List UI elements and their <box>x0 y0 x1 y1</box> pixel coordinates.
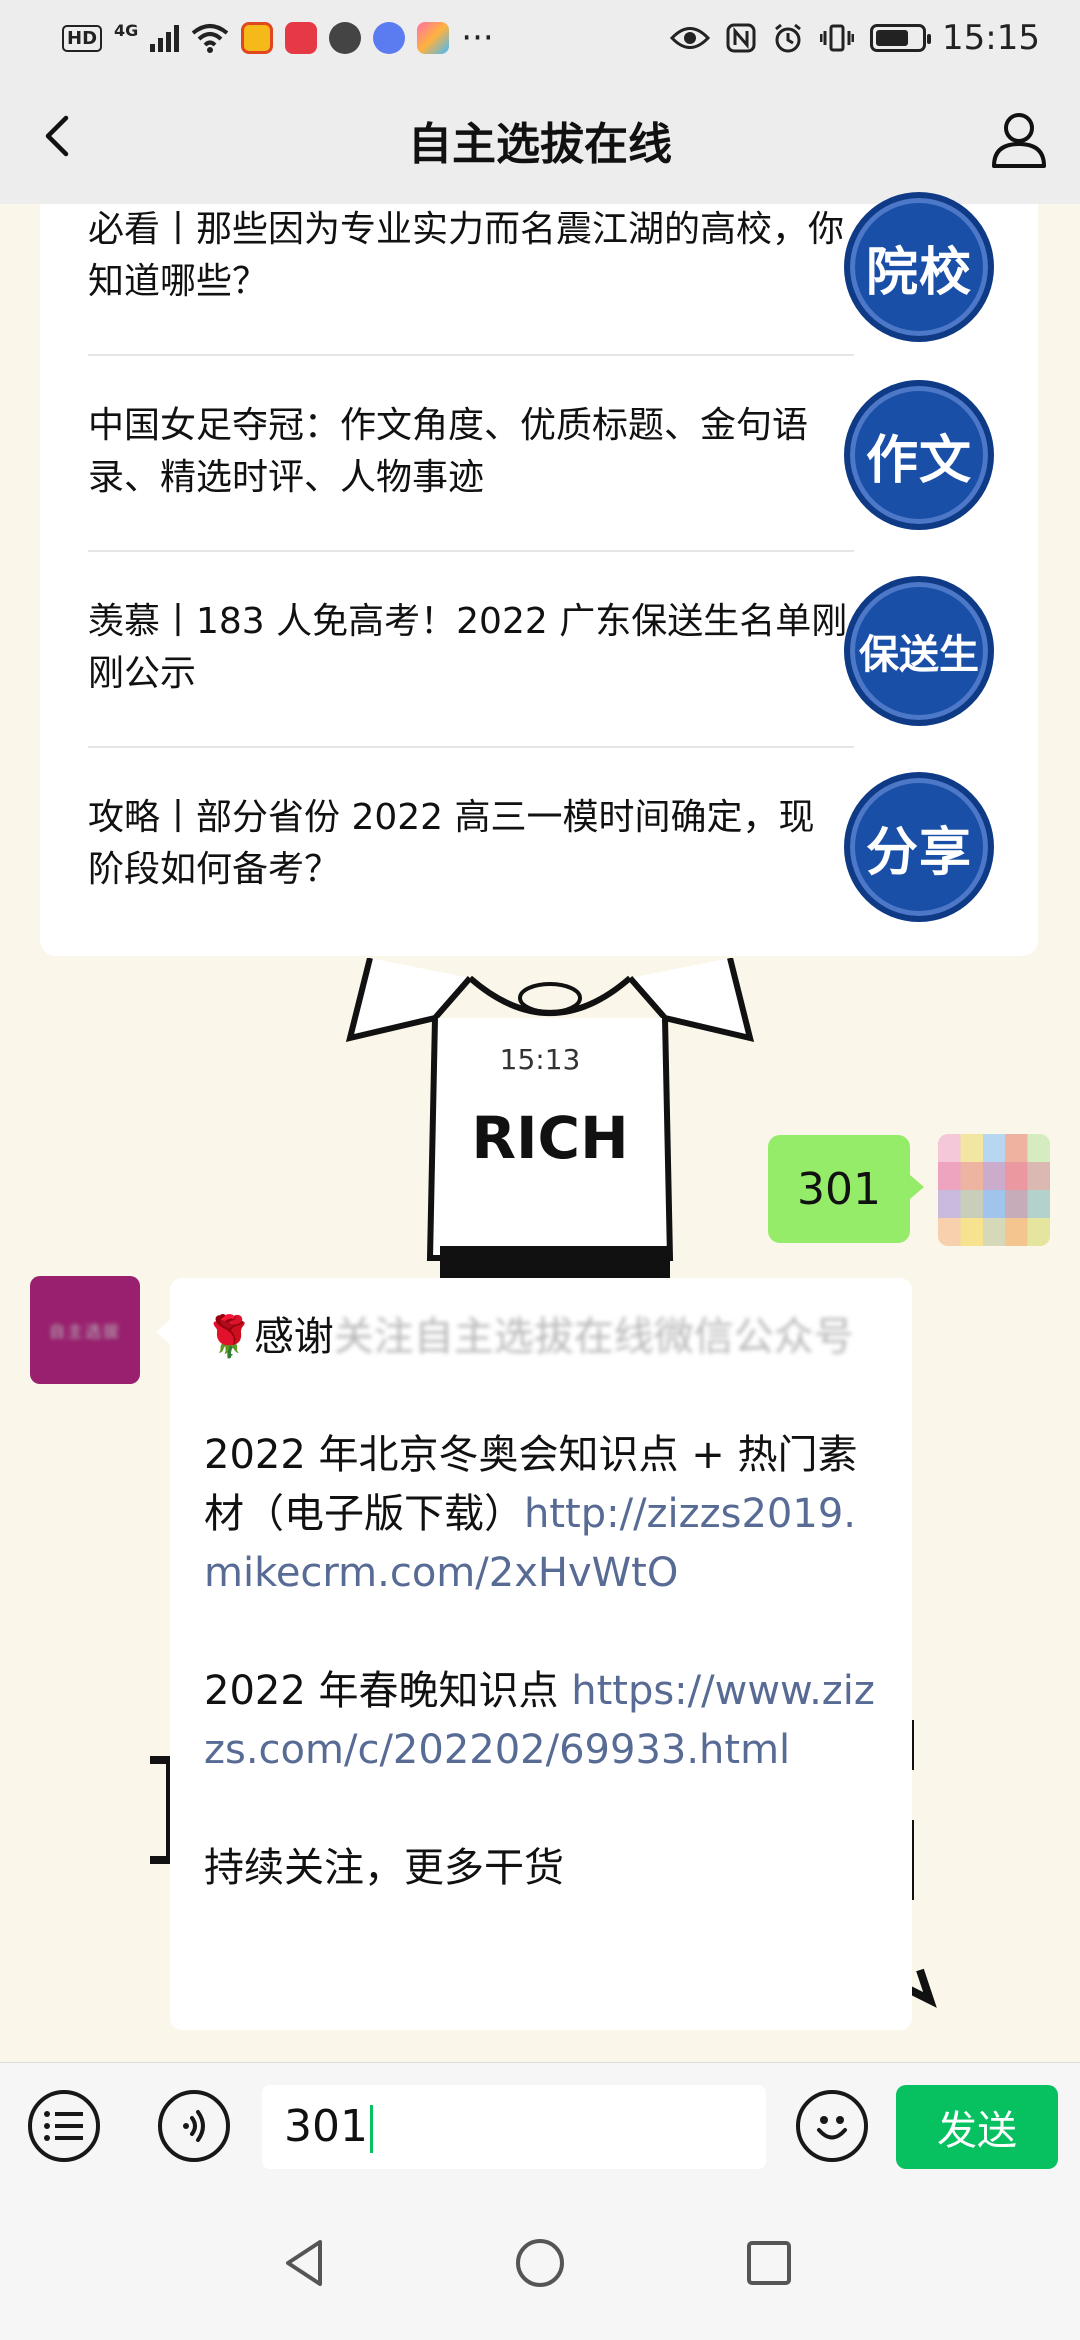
status-right-icons: 15:15 <box>670 18 1040 58</box>
profile-icon[interactable] <box>986 106 1052 172</box>
article-thumbnail-badge: 作文 <box>844 380 994 530</box>
reply-line-winter-olympics: 2022 年北京冬奥会知识点 + 热门素材（电子版下载）http://zizzs… <box>204 1432 858 1596</box>
voice-toggle-button[interactable] <box>158 2090 230 2162</box>
rose-emoji-icon: 🌹 <box>204 1314 254 1360</box>
emoji-button[interactable] <box>796 2090 868 2162</box>
divider <box>88 746 854 748</box>
article-item-strategy[interactable]: 攻略丨部分省份 2022 高三一模时间确定，现阶段如何备考？ 分享 <box>88 772 994 942</box>
my-avatar[interactable] <box>938 1134 1050 1246</box>
divider <box>88 354 854 356</box>
more-notifications-icon: ··· <box>461 18 494 58</box>
wifi-icon <box>192 24 229 53</box>
divider <box>88 550 854 552</box>
outgoing-message-bubble[interactable]: 301 <box>768 1135 924 1243</box>
article-title: 中国女足夺冠：作文角度、优质标题、金句语录、精选时评、人物事迹 <box>88 405 809 498</box>
back-arrow-icon[interactable] <box>30 106 90 166</box>
article-thumbnail-badge: 保送生 <box>844 576 994 726</box>
smiley-icon <box>817 2116 847 2140</box>
chat-wallpaper-figure: RICH <box>345 958 755 1288</box>
weibo-app-icon <box>241 22 274 54</box>
message-input-bar: 301 发送 <box>0 2062 1080 2188</box>
official-avatar-label: 自主选拔 <box>48 1322 121 1341</box>
chat-title: 自主选拔在线 <box>408 119 672 170</box>
article-item-schools[interactable]: 必看丨那些因为专业实力而名震江湖的高校，你知道哪些？ 院校 <box>88 192 994 354</box>
reply-greeting: 🌹感谢关注自主选拔在线微信公众号 <box>204 1314 854 1360</box>
nfc-icon <box>726 23 756 53</box>
text-cursor <box>369 2105 373 2153</box>
article-item-recommended[interactable]: 羡慕丨183 人免高考！2022 广东保送生名单刚刚公示 保送生 <box>88 576 994 746</box>
message-timestamp: 15:13 <box>499 1043 581 1076</box>
article-thumbnail-badge: 院校 <box>844 192 994 342</box>
shirt-text: RICH <box>471 1104 628 1172</box>
incoming-message-bubble[interactable]: 🌹感谢关注自主选拔在线微信公众号 2022 年北京冬奥会知识点 + 热门素材（电… <box>156 1278 912 2030</box>
article-title: 攻略丨部分省份 2022 高三一模时间确定，现阶段如何备考？ <box>88 797 815 890</box>
status-left-icons: HD 4G ··· <box>62 18 670 58</box>
vibrate-icon <box>820 24 855 52</box>
article-item-essay[interactable]: 中国女足夺冠：作文角度、优质标题、金句语录、精选时评、人物事迹 作文 <box>88 380 994 550</box>
reply-line-follow: 持续关注，更多干货 <box>204 1845 564 1891</box>
article-list-card: 必看丨那些因为专业实力而名震江湖的高校，你知道哪些？ 院校 中国女足夺冠：作文角… <box>40 192 1038 956</box>
signal-icon <box>150 24 180 52</box>
ball-app-icon <box>329 22 362 54</box>
menu-list-button[interactable] <box>28 2090 100 2162</box>
list-icon <box>44 2111 83 2141</box>
nav-recents-square-icon[interactable] <box>734 2228 804 2298</box>
battery-icon <box>870 24 932 52</box>
article-title: 必看丨那些因为专业实力而名震江湖的高校，你知道哪些？ <box>88 209 845 302</box>
nav-back-triangle-icon[interactable] <box>272 2228 342 2298</box>
reply-line-spring-gala: 2022 年春晚知识点 https://www.zizzs.com/c/2022… <box>204 1668 875 1773</box>
system-navigation-bar <box>0 2188 1080 2340</box>
message-input-text: 301 <box>284 2101 368 2152</box>
article-title: 羡慕丨183 人免高考！2022 广东保送生名单刚刚公示 <box>88 601 848 694</box>
alarm-icon <box>775 23 801 53</box>
official-account-avatar[interactable]: 自主选拔 <box>30 1276 140 1384</box>
status-bar: HD 4G ··· 15:15 <box>0 0 1080 76</box>
status-time: 15:15 <box>942 18 1040 58</box>
article-thumbnail-badge: 分享 <box>844 772 994 922</box>
music-app-icon <box>373 22 406 54</box>
send-button[interactable]: 发送 <box>896 2085 1058 2169</box>
message-input[interactable]: 301 <box>262 2085 766 2169</box>
eye-icon <box>670 27 711 49</box>
voice-icon <box>183 2110 205 2142</box>
photo-app-icon <box>417 22 450 54</box>
chat-header: 自主选拔在线 <box>0 76 1080 204</box>
outgoing-message-text: 301 <box>797 1163 881 1215</box>
nav-home-circle-icon[interactable] <box>505 2228 575 2298</box>
book-app-icon <box>285 22 318 54</box>
blurred-text: 关注自主选拔在线微信公众号 <box>333 1314 854 1360</box>
hd-indicator: HD <box>62 24 103 52</box>
network-type: 4G <box>114 20 139 40</box>
